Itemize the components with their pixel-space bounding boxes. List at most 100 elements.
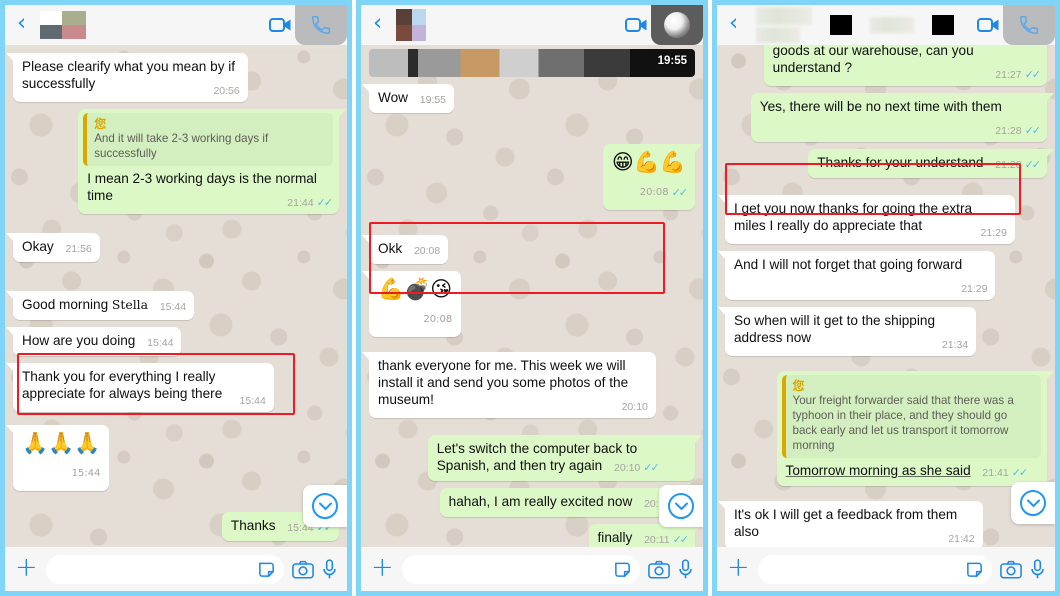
video-camera-icon[interactable] (973, 17, 1003, 33)
quoted-reply[interactable]: 您 Your freight forwarder said that there… (781, 375, 1041, 458)
plus-icon[interactable]: + (371, 554, 394, 585)
message-text: Okk (378, 241, 403, 256)
message-bubble-emoji[interactable]: 🙏🙏🙏 15:44 (5, 425, 110, 491)
message-input-field-2[interactable] (401, 554, 640, 584)
video-camera-icon[interactable] (265, 17, 295, 33)
phone-call-icon[interactable] (651, 5, 703, 45)
message-bubble[interactable]: Please clearify what you mean by if succ… (6, 53, 248, 102)
avatar[interactable] (390, 9, 427, 41)
chat-body-2[interactable]: 19:55 Wow 19:55 😁💪💪 20:08 ✓✓ Okk 20:08 💪… (361, 45, 703, 547)
message-input-3[interactable] (769, 561, 965, 577)
message-meta: 21:44 ✓✓ (287, 195, 333, 212)
back-arrow-icon[interactable]: ‹ (13, 12, 34, 38)
header-actions-1 (265, 5, 347, 45)
sticker-icon[interactable] (613, 560, 632, 579)
message-row: Let's switch the computer back to Spanis… (369, 435, 703, 481)
message-time: 15:44 (159, 301, 187, 313)
phone-call-icon[interactable] (1003, 5, 1055, 45)
message-meta: 21:34 (942, 337, 968, 354)
message-time: 20:08 (423, 314, 453, 325)
message-text: Okay (22, 239, 54, 254)
back-arrow-icon[interactable]: ‹ (725, 12, 746, 38)
message-meta: 21:41 ✓✓ (982, 465, 1028, 482)
message-bubble[interactable]: hahah, I am really excited now 20:11 ✓✓ (439, 488, 703, 517)
message-time: 21:34 (941, 339, 969, 351)
message-bubble[interactable]: I get you now thanks for going the extra… (718, 195, 1015, 244)
message-bubble[interactable]: So when will it get to the shipping addr… (717, 307, 977, 356)
contact-name-redacted[interactable] (756, 7, 955, 43)
back-arrow-icon[interactable]: ‹ (369, 12, 390, 38)
message-bubble[interactable]: finally 20:11 ✓✓ (588, 524, 703, 547)
message-time: 20:56 (213, 85, 240, 97)
message-bubble[interactable]: Yes, there will be no next time with the… (750, 93, 1055, 142)
message-row: hahah, I am really excited now 20:11 ✓✓ (369, 488, 703, 517)
message-row: So when will it get to the shipping addr… (717, 307, 1047, 356)
message-time: 21:27 (995, 69, 1022, 81)
message-time: 20:10 (613, 462, 641, 474)
avatar[interactable] (34, 10, 87, 40)
scroll-to-bottom-button[interactable] (1011, 482, 1055, 524)
message-row-highlighted: I get you now thanks for going the extra… (718, 195, 1047, 244)
message-text: goods at our warehouse, can you understa… (772, 45, 974, 75)
message-bubble-quoted[interactable]: 您 Your freight forwarder said that there… (776, 371, 1055, 486)
message-bubble[interactable]: Good morning Stella 15:44 (5, 291, 195, 320)
message-time: 21:28 (995, 159, 1022, 171)
plus-icon[interactable]: + (15, 554, 38, 585)
chevron-down-circle-icon (668, 493, 694, 519)
scroll-to-bottom-button[interactable] (303, 485, 347, 527)
quoted-reply[interactable]: 您 And it will take 2-3 working days if s… (83, 113, 333, 166)
message-row: Good morning Stella 15:44 (5, 291, 339, 320)
camera-icon[interactable] (1000, 560, 1022, 579)
message-row: 😁💪💪 20:08 ✓✓ (369, 144, 703, 210)
message-bubble-emoji[interactable]: 😁💪💪 20:08 ✓✓ (602, 144, 703, 210)
message-bubble[interactable]: goods at our warehouse, can you understa… (763, 45, 1055, 86)
message-row: 您 Your freight forwarder said that there… (725, 371, 1055, 486)
message-input-field-3[interactable] (757, 554, 992, 584)
message-meta: 21:56 (66, 241, 92, 258)
video-message-thumbnail[interactable]: 19:55 (369, 49, 695, 77)
camera-icon[interactable] (292, 560, 314, 579)
message-bubble[interactable]: Let's switch the computer back to Spanis… (427, 435, 703, 481)
message-bubble[interactable]: How are you doing 15:44 (5, 327, 182, 356)
message-input-2[interactable] (413, 561, 613, 577)
message-bubble[interactable]: Okay 21:56 (6, 233, 100, 262)
message-row: Okay 21:56 (6, 233, 339, 262)
sticker-icon[interactable] (257, 560, 276, 579)
sticker-icon[interactable] (965, 560, 984, 579)
message-list-2: 19:55 Wow 19:55 😁💪💪 20:08 ✓✓ Okk 20:08 💪… (361, 49, 703, 547)
message-bubble[interactable]: Wow 19:55 (361, 84, 455, 113)
video-camera-icon[interactable] (621, 17, 651, 33)
message-text: How are you doing (22, 333, 136, 348)
quoted-author: 您 (94, 117, 107, 131)
header-actions-2 (621, 5, 703, 45)
phone-call-icon[interactable] (295, 5, 347, 45)
camera-icon[interactable] (648, 560, 670, 579)
scroll-to-bottom-button[interactable] (659, 485, 703, 527)
chat-body-1[interactable]: Please clearify what you mean by if succ… (5, 45, 347, 547)
message-bubble[interactable]: And I will not forget that going forward… (717, 251, 996, 300)
message-text: hahah, I am really excited now (448, 494, 633, 509)
message-bubble[interactable]: It's ok I will get a feedback from them … (718, 501, 983, 547)
emoji-content: 😁💪💪 (611, 150, 686, 174)
message-row: And I will not forget that going forward… (717, 251, 1047, 300)
message-text: Thank you for everything I really apprec… (22, 369, 223, 401)
message-time: 21:44 (287, 197, 314, 209)
message-input-field-1[interactable] (45, 554, 284, 584)
chat-body-3[interactable]: goods at our warehouse, can you understa… (717, 45, 1055, 547)
message-text: Please clearify what you mean by if succ… (22, 59, 236, 91)
plus-icon[interactable]: + (727, 554, 750, 585)
message-bubble[interactable]: thank everyone for me. This week we will… (362, 352, 656, 418)
microphone-icon[interactable] (1030, 558, 1045, 580)
message-text: Let's switch the computer back to Spanis… (436, 441, 638, 473)
quoted-author: 您 (792, 379, 805, 393)
message-bubble[interactable]: Thanks for your understand 21:28 ✓✓ (808, 149, 1054, 178)
message-input-1[interactable] (57, 561, 257, 577)
microphone-icon[interactable] (322, 558, 337, 580)
redaction-box (932, 15, 955, 35)
message-meta: 21:29 (981, 225, 1007, 242)
message-bubble[interactable]: Okk 20:08 (361, 235, 449, 264)
message-bubble-quoted[interactable]: 您 And it will take 2-3 working days if s… (78, 109, 346, 214)
microphone-icon[interactable] (678, 558, 693, 580)
message-bubble-emoji[interactable]: 💪💣😘 20:08 (361, 271, 462, 337)
message-bubble[interactable]: Thank you for everything I really apprec… (6, 363, 274, 412)
